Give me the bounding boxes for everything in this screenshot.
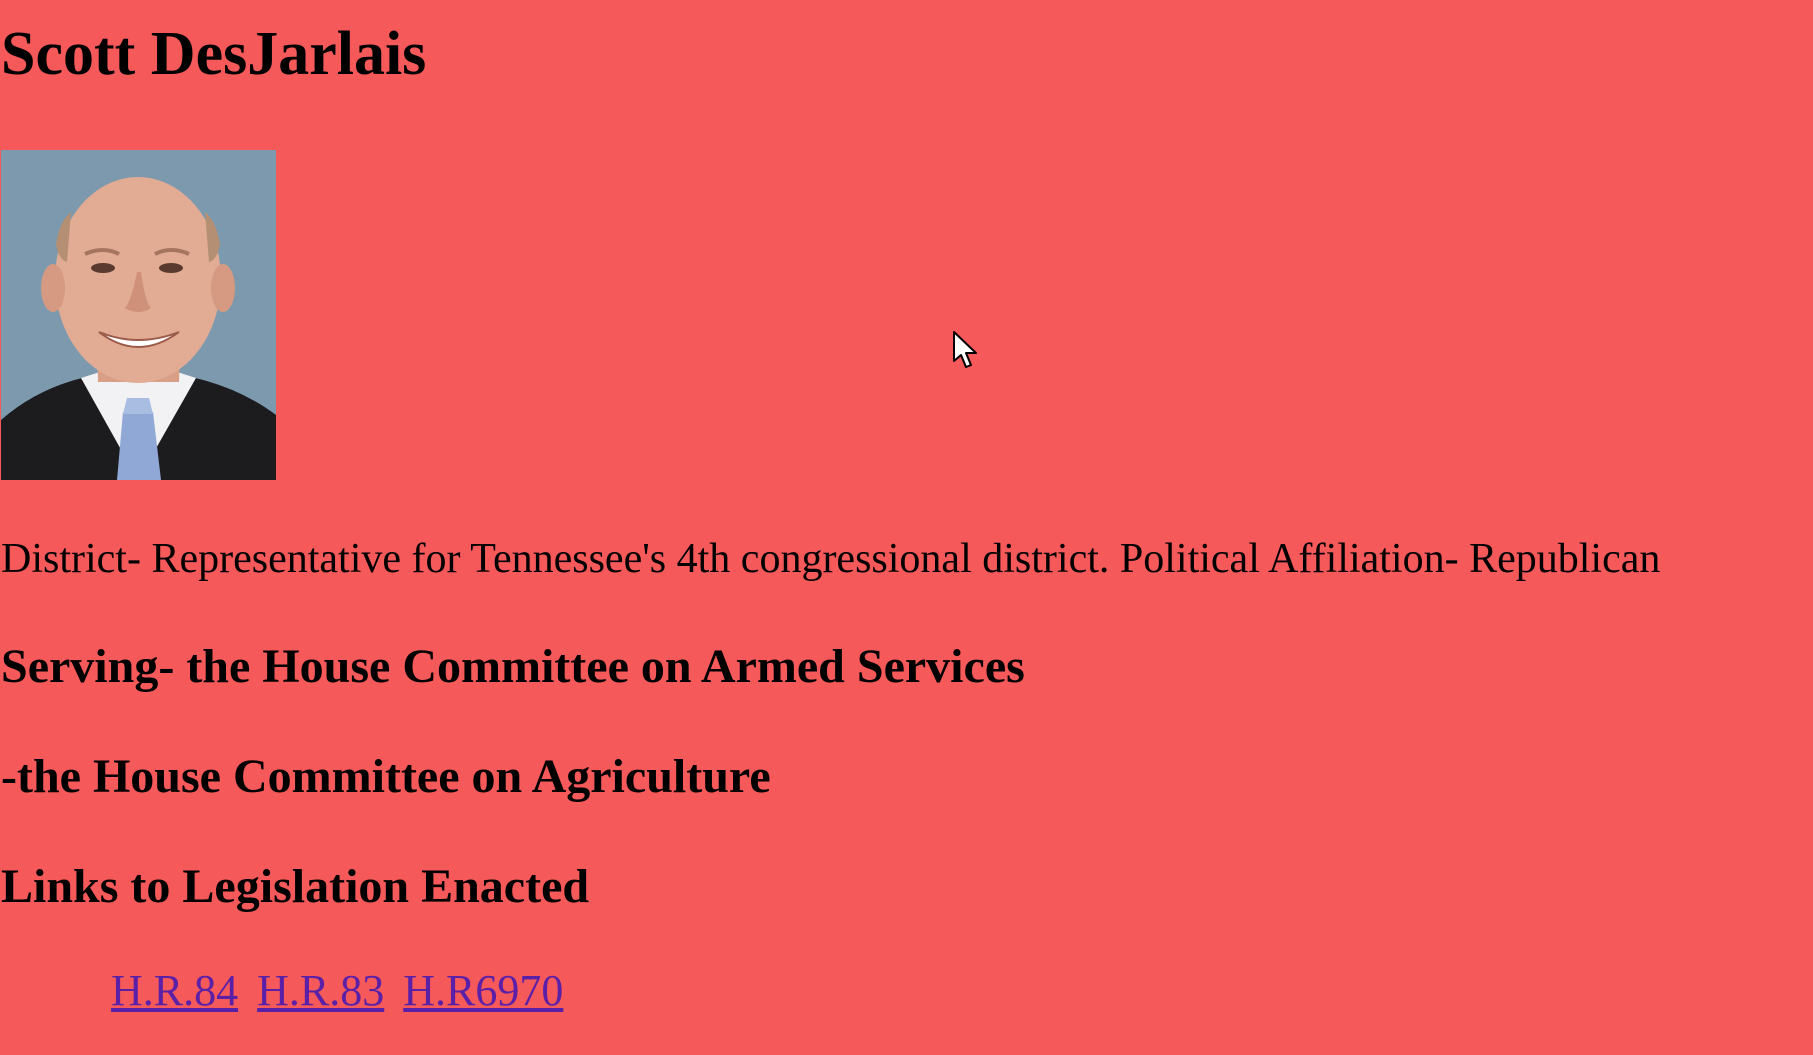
- legislation-links-heading: Links to Legislation Enacted: [1, 860, 590, 913]
- committee-heading-armed-services: Serving- the House Committee on Armed Se…: [1, 640, 1025, 693]
- committee-heading-agriculture: -the House Committee on Agriculture: [1, 750, 771, 803]
- mouse-cursor-icon: [953, 331, 977, 368]
- legislation-links: H.R.84 H.R.83 H.R6970: [111, 965, 571, 1018]
- legislation-link-hr6970[interactable]: H.R6970: [403, 966, 563, 1015]
- legislation-link-hr84[interactable]: H.R.84: [111, 966, 238, 1015]
- district-affiliation-text: District- Representative for Tennessee's…: [1, 536, 1661, 582]
- page-title: Scott DesJarlais: [1, 20, 427, 88]
- legislation-link-hr83[interactable]: H.R.83: [257, 966, 384, 1015]
- portrait-photo: [1, 150, 276, 480]
